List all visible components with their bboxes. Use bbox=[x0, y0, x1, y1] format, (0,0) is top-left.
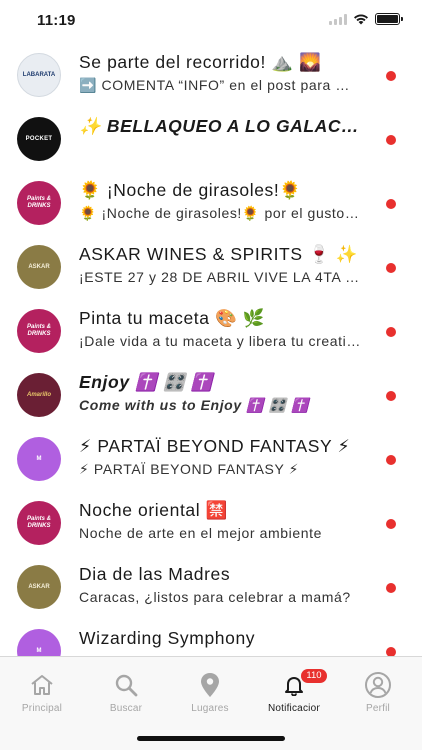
notification-row[interactable]: Paints & DRINKS 🌻 ¡Noche de girasoles!🌻 … bbox=[0, 170, 422, 234]
notification-title: 🌻 ¡Noche de girasoles!🌻 bbox=[79, 180, 302, 200]
notification-row[interactable]: ASKAR ASKAR WINES & SPIRITS 🍷 ✨ ¡ESTE 27… bbox=[0, 234, 422, 298]
notification-title: ✨ BELLAQUEO A LO GALACTICO ✨ bbox=[79, 116, 361, 136]
tab-label: Principal bbox=[21, 703, 63, 714]
notification-title: ⚡ PARTAÏ BEYOND FANTASY ⚡ bbox=[79, 436, 351, 456]
notification-text: Dia de las Madres Caracas, ¿listos para … bbox=[79, 563, 361, 608]
notification-subtitle: 🌻 ¡Noche de girasoles!🌻 por el gusto de … bbox=[79, 205, 361, 221]
search-icon bbox=[112, 671, 140, 699]
unread-indicator bbox=[386, 455, 396, 465]
avatar-logo-text: M bbox=[36, 647, 42, 654]
notification-text: ASKAR WINES & SPIRITS 🍷 ✨ ¡ESTE 27 y 28 … bbox=[79, 243, 361, 288]
tab-label: Buscar bbox=[109, 703, 143, 714]
organizer-avatar: POCKET bbox=[17, 117, 61, 161]
notification-text: Se parte del recorrido! ⛰️ 🌄 ➡️ COMENTA … bbox=[79, 51, 361, 96]
profile-icon bbox=[364, 671, 392, 699]
notification-title: Dia de las Madres bbox=[79, 564, 231, 584]
avatar-logo-text: LABARATA bbox=[22, 71, 56, 78]
organizer-avatar: M bbox=[17, 437, 61, 481]
avatar-logo-text: POCKET bbox=[25, 135, 53, 142]
organizer-avatar: M bbox=[17, 629, 61, 656]
notification-text: Pinta tu maceta 🎨 🌿 ¡Dale vida a tu mace… bbox=[79, 307, 361, 352]
avatar-logo-text: ASKAR bbox=[28, 263, 50, 270]
notification-row[interactable]: M Wizarding Symphony bbox=[0, 618, 422, 656]
notification-row[interactable]: POCKET ✨ BELLAQUEO A LO GALACTICO ✨ bbox=[0, 106, 422, 170]
tab-buscar[interactable]: Buscar bbox=[84, 671, 168, 714]
unread-indicator bbox=[386, 583, 396, 593]
avatar-logo-text: M bbox=[36, 455, 42, 462]
organizer-avatar: LABARATA bbox=[17, 53, 61, 97]
organizer-avatar: ASKAR bbox=[17, 245, 61, 289]
home-icon bbox=[28, 671, 56, 699]
status-time: 11:19 bbox=[37, 12, 76, 29]
status-bar: 11:19 bbox=[0, 0, 422, 44]
notification-text: 🌻 ¡Noche de girasoles!🌻 🌻 ¡Noche de gira… bbox=[79, 179, 361, 224]
notification-subtitle: ⚡ PARTAÏ BEYOND FANTASY ⚡ bbox=[79, 461, 300, 477]
notification-title: Pinta tu maceta 🎨 🌿 bbox=[79, 308, 266, 328]
unread-indicator bbox=[386, 327, 396, 337]
tab-principal[interactable]: Principal bbox=[0, 671, 84, 714]
battery-icon bbox=[375, 13, 403, 25]
notification-row[interactable]: LABARATA Se parte del recorrido! ⛰️ 🌄 ➡️… bbox=[0, 42, 422, 106]
notification-subtitle: ¡ESTE 27 y 28 DE ABRIL VIVE LA 4TA EDICI… bbox=[79, 269, 361, 285]
unread-indicator bbox=[386, 71, 396, 81]
unread-indicator bbox=[386, 263, 396, 273]
tab-notificaciones[interactable]: 110 Notificaciones bbox=[252, 669, 336, 714]
notification-title: ASKAR WINES & SPIRITS 🍷 ✨ bbox=[79, 244, 359, 264]
notification-text: Noche oriental 🈲 Noche de arte en el mej… bbox=[79, 499, 361, 544]
avatar-logo-text: Paints & DRINKS bbox=[26, 196, 51, 209]
unread-indicator bbox=[386, 647, 396, 656]
avatar-logo-text: Paints & DRINKS bbox=[26, 324, 51, 337]
tab-label: Perfil bbox=[366, 703, 390, 714]
notification-title: Wizarding Symphony bbox=[79, 628, 256, 648]
avatar-logo-text: Amarillo bbox=[26, 391, 51, 398]
notification-count-badge: 110 bbox=[301, 669, 327, 683]
unread-indicator bbox=[386, 135, 396, 145]
organizer-avatar: ASKAR bbox=[17, 565, 61, 609]
tab-lugares[interactable]: Lugares bbox=[168, 671, 252, 714]
notification-text: Enjoy ✝️ 🎛️ ✝️ Come with us to Enjoy ✝️ … bbox=[79, 371, 361, 416]
notification-row[interactable]: M ⚡ PARTAÏ BEYOND FANTASY ⚡ ⚡ PARTAÏ BEY… bbox=[0, 426, 422, 490]
unread-indicator bbox=[386, 519, 396, 529]
notification-row[interactable]: ASKAR Dia de las Madres Caracas, ¿listos… bbox=[0, 554, 422, 618]
unread-indicator bbox=[386, 199, 396, 209]
unread-indicator bbox=[386, 391, 396, 401]
location-pin-icon bbox=[196, 671, 224, 699]
cellular-signal-icon bbox=[329, 13, 347, 25]
notification-text: ⚡ PARTAÏ BEYOND FANTASY ⚡ ⚡ PARTAÏ BEYON… bbox=[79, 435, 361, 480]
notification-title: Se parte del recorrido! ⛰️ 🌄 bbox=[79, 52, 322, 72]
tab-label: Notificaciones bbox=[268, 703, 320, 714]
organizer-avatar: Paints & DRINKS bbox=[17, 501, 61, 545]
notification-title: Noche oriental 🈲 bbox=[79, 500, 229, 520]
avatar-logo-text: Paints & DRINKS bbox=[26, 516, 51, 529]
notification-title: Enjoy ✝️ 🎛️ ✝️ bbox=[79, 372, 214, 392]
notification-text: Wizarding Symphony bbox=[79, 627, 361, 650]
notification-row[interactable]: Paints & DRINKS Pinta tu maceta 🎨 🌿 ¡Dal… bbox=[0, 298, 422, 362]
notification-subtitle: ➡️ COMENTA “INFO” en el post para más in… bbox=[79, 77, 361, 93]
status-icons bbox=[329, 13, 403, 25]
tab-label: Lugares bbox=[191, 703, 229, 714]
tab-perfil[interactable]: Perfil bbox=[336, 671, 420, 714]
notification-subtitle: ¡Dale vida a tu maceta y libera tu creat… bbox=[79, 333, 361, 349]
bell-icon: 110 bbox=[280, 669, 327, 699]
notification-text: ✨ BELLAQUEO A LO GALACTICO ✨ bbox=[79, 115, 361, 138]
organizer-avatar: Paints & DRINKS bbox=[17, 181, 61, 225]
notification-row[interactable]: Paints & DRINKS Noche oriental 🈲 Noche d… bbox=[0, 490, 422, 554]
notification-subtitle: Noche de arte en el mejor ambiente bbox=[79, 525, 322, 541]
avatar-logo-text: ASKAR bbox=[28, 583, 50, 590]
wifi-icon bbox=[354, 14, 368, 25]
notification-list[interactable]: LABARATA Se parte del recorrido! ⛰️ 🌄 ➡️… bbox=[0, 42, 422, 656]
organizer-avatar: Amarillo bbox=[17, 373, 61, 417]
notification-row[interactable]: Amarillo Enjoy ✝️ 🎛️ ✝️ Come with us to … bbox=[0, 362, 422, 426]
notification-subtitle: Caracas, ¿listos para celebrar a mamá? bbox=[79, 589, 351, 605]
notification-subtitle: Come with us to Enjoy ✝️ 🎛️ ✝️ bbox=[79, 397, 310, 413]
organizer-avatar: Paints & DRINKS bbox=[17, 309, 61, 353]
home-indicator bbox=[137, 736, 285, 741]
